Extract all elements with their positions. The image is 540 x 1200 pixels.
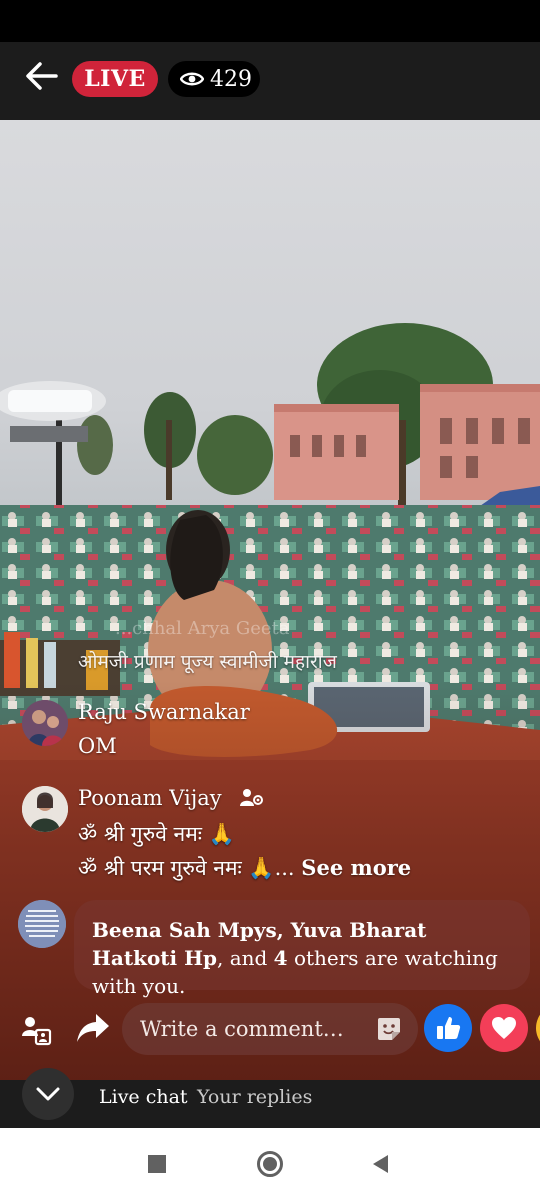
back-arrow-icon[interactable] xyxy=(22,58,62,94)
comment-item: Raju Swarnakar OM xyxy=(22,700,522,764)
nav-recents-icon[interactable] xyxy=(148,1155,166,1173)
system-nav-bar xyxy=(0,1128,540,1200)
heart-icon xyxy=(492,1017,516,1039)
viewer-count-badge: 429 xyxy=(168,61,260,97)
like-button[interactable] xyxy=(424,1004,472,1052)
live-video[interactable]: ...chhal Arya Geeta ओमजी प्रणाम पूज्य स्… xyxy=(0,120,540,1080)
live-badge: LIVE xyxy=(72,61,158,97)
see-more-link[interactable]: See more xyxy=(301,855,411,880)
watching-count: 4 xyxy=(273,946,288,970)
reaction-button[interactable] xyxy=(536,1004,540,1052)
collapse-button[interactable] xyxy=(22,1068,74,1120)
comment-input[interactable]: Write a comment… xyxy=(122,1003,418,1055)
tab-live-chat[interactable]: Live chat xyxy=(99,1086,188,1108)
eye-icon xyxy=(180,72,204,86)
watching-bubble[interactable]: Beena Sah Mpys, Yuva Bharat Hatkoti Hp, … xyxy=(74,900,530,998)
chat-tabs: Live chat Your replies xyxy=(0,1068,540,1128)
top-bar: LIVE 429 xyxy=(0,42,540,120)
love-button[interactable] xyxy=(480,1004,528,1052)
comment-author[interactable]: Raju Swarnakar xyxy=(78,700,250,724)
sticker-icon[interactable] xyxy=(376,1016,402,1042)
comment-text: OM xyxy=(78,734,117,758)
like-icon xyxy=(437,1017,461,1039)
gear-icon xyxy=(240,789,264,806)
banner-comment-text: ओमजी प्रणाम पूज्य स्वामीजी महाराज xyxy=(78,651,337,673)
comment-author-name: Poonam Vijay xyxy=(78,786,222,810)
account-switch-icon[interactable] xyxy=(20,1014,52,1046)
watching-notice: Beena Sah Mpys, Yuva Bharat Hatkoti Hp, … xyxy=(18,900,530,998)
comment-author[interactable]: Poonam Vijay xyxy=(78,786,264,810)
comment-text-line-1: ॐ श्री गुरुवे नमः 🙏 xyxy=(78,822,235,846)
comment-input-placeholder: Write a comment… xyxy=(140,1017,344,1041)
comment-composer: Write a comment… xyxy=(0,1000,540,1060)
nav-back-icon[interactable] xyxy=(370,1153,390,1175)
avatar[interactable] xyxy=(22,786,68,832)
avatar[interactable] xyxy=(18,900,66,948)
status-bar xyxy=(0,0,540,42)
nav-home-icon[interactable] xyxy=(256,1150,284,1178)
viewer-count: 429 xyxy=(210,66,252,92)
comment-item: Poonam Vijay ॐ श्री गुरुवे नमः 🙏 ॐ श्री … xyxy=(22,786,522,886)
avatar[interactable] xyxy=(22,700,68,746)
tab-your-replies[interactable]: Your replies xyxy=(197,1086,312,1108)
share-icon[interactable] xyxy=(76,1012,110,1044)
watching-connector: , and xyxy=(216,946,274,970)
comment-text-line-2-text: ॐ श्री परम गुरुवे नमः 🙏... xyxy=(78,856,295,880)
comment-text-line-2: ॐ श्री परम गुरुवे नमः 🙏... See more xyxy=(78,854,411,882)
banner-ghost-text: ...chhal Arya Geeta xyxy=(115,618,290,639)
chevron-down-icon xyxy=(36,1087,60,1101)
